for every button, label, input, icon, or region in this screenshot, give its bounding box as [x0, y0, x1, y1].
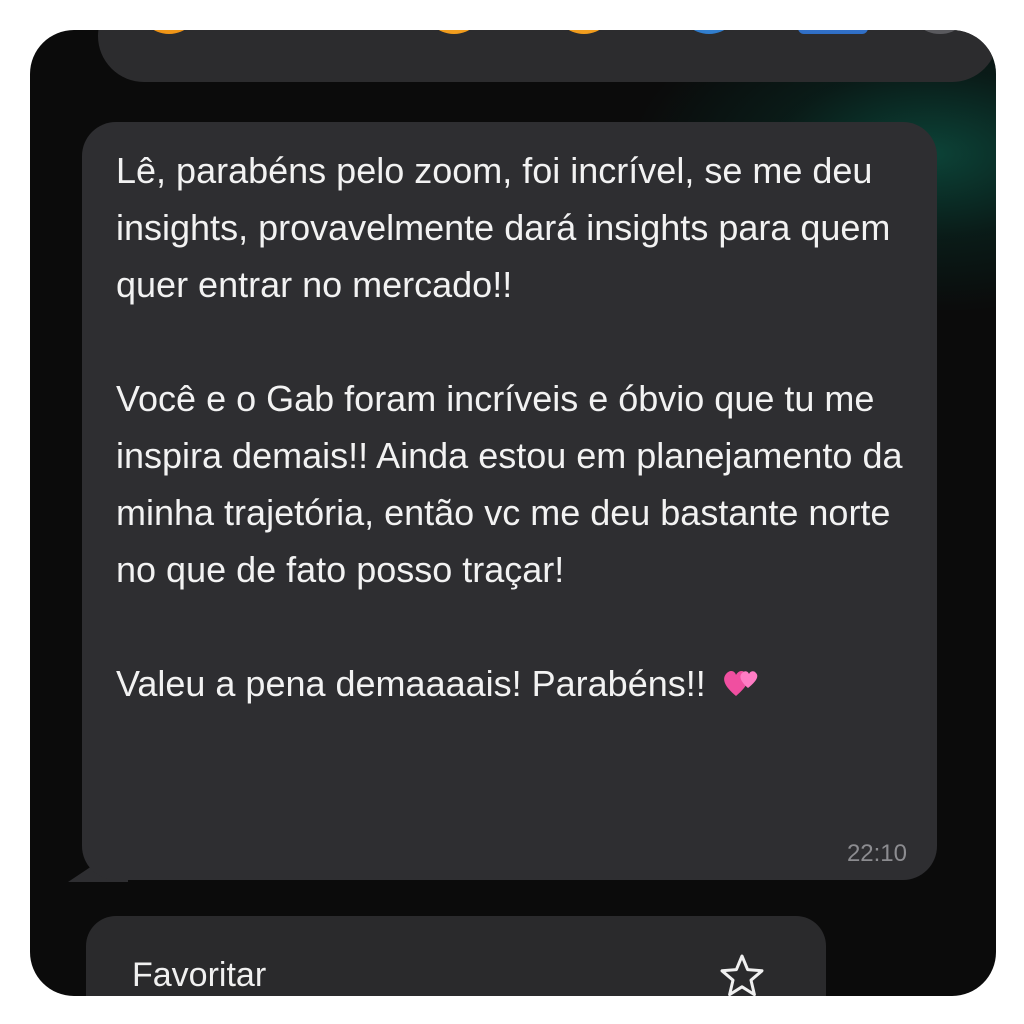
smiling-hands-emoji-icon[interactable]: [138, 30, 200, 34]
star-icon: [718, 952, 766, 996]
heart-emoji-icon[interactable]: [298, 30, 360, 34]
message-bubble[interactable]: Lê, parabéns pelo zoom, foi incrível, se…: [82, 122, 937, 880]
message-paragraph: Lê, parabéns pelo zoom, foi incrível, se…: [116, 150, 891, 305]
message-paragraph: Você e o Gab foram incríveis e óbvio que…: [116, 378, 903, 590]
message-paragraph-text: Valeu a pena demaaaais! Parabéns!!: [116, 663, 716, 704]
tears-of-joy-emoji-icon[interactable]: [423, 30, 485, 34]
folded-hands-emoji-icon[interactable]: [798, 30, 868, 34]
two-hearts-emoji-icon: [722, 659, 762, 697]
context-menu: Favoritar: [86, 916, 826, 996]
menu-item-favoritar[interactable]: Favoritar: [86, 916, 826, 996]
crying-emoji-icon[interactable]: [678, 30, 740, 34]
menu-item-label: Favoritar: [132, 956, 267, 994]
message-paragraph-last: Valeu a pena demaaaais! Parabéns!!: [116, 655, 916, 712]
screenshot-frame: Lê, parabéns pelo zoom, foi incrível, se…: [30, 30, 996, 996]
astonished-emoji-icon[interactable]: [553, 30, 615, 34]
reaction-bar: [98, 30, 996, 82]
more-reactions-plus-icon[interactable]: [908, 30, 972, 34]
message-timestamp: 22:10: [846, 840, 907, 867]
message-text: Lê, parabéns pelo zoom, foi incrível, se…: [116, 142, 916, 712]
